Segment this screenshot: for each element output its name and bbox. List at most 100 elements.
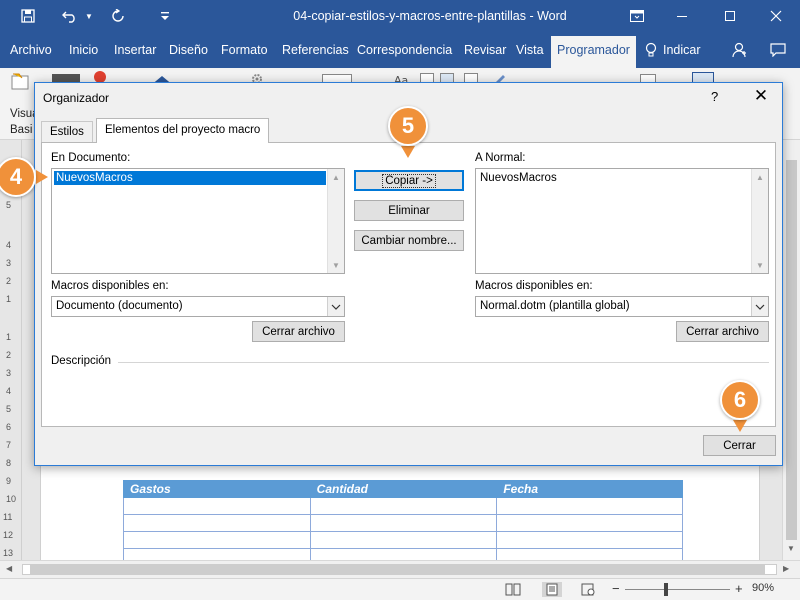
tab-vista[interactable]: Vista [516, 32, 544, 68]
copy-button-label: Copiar -> [382, 173, 436, 188]
scroll-up-icon[interactable]: ▲ [752, 169, 768, 185]
horizontal-scroll-thumb[interactable] [30, 565, 765, 574]
vertical-ruler: 5 4 3 2 1 1 2 3 4 5 6 7 8 9 10 11 12 13 [0, 140, 22, 560]
visual-basic-icon[interactable] [10, 72, 32, 90]
scroll-down-icon[interactable]: ▼ [787, 544, 795, 553]
read-mode-icon[interactable] [505, 582, 521, 597]
zoom-slider-thumb[interactable] [664, 583, 668, 596]
customize-qat-icon[interactable] [155, 0, 175, 32]
table-header-row: Gastos Cantidad Fecha [123, 480, 683, 498]
scroll-left-icon[interactable]: ◀ [6, 564, 12, 573]
list-item[interactable]: NuevosMacros [478, 171, 557, 185]
zoom-out-button[interactable]: − [612, 581, 620, 596]
in-document-label: En Documento: [51, 152, 131, 164]
listbox-scrollbar[interactable]: ▲ ▼ [751, 169, 768, 273]
tab-inicio[interactable]: Inicio [69, 32, 98, 68]
status-bar: − + 90% [0, 578, 800, 600]
description-separator [118, 362, 769, 363]
zoom-slider-track[interactable] [625, 589, 730, 590]
macros-available-select-right[interactable]: Normal.dotm (plantilla global) [475, 296, 769, 317]
ruler-number: 4 [6, 386, 12, 396]
vertical-scroll-thumb[interactable] [786, 160, 797, 540]
tab-correspondencia[interactable]: Correspondencia [357, 32, 452, 68]
ruler-number: 5 [6, 404, 12, 414]
ruler-number: 13 [3, 548, 14, 558]
scroll-right-icon[interactable]: ▶ [783, 564, 789, 573]
close-icon[interactable] [764, 0, 788, 32]
print-layout-icon[interactable] [542, 582, 562, 597]
tab-archivo[interactable]: Archivo [10, 32, 52, 68]
zoom-in-button[interactable]: + [735, 581, 743, 596]
table-row [123, 497, 683, 515]
close-file-button-right[interactable]: Cerrar archivo [676, 321, 769, 342]
dialog-close-icon[interactable]: ✕ [750, 85, 772, 107]
undo-icon[interactable] [58, 0, 82, 32]
table-cell[interactable] [309, 497, 498, 515]
comments-icon[interactable] [768, 32, 788, 68]
save-icon[interactable] [14, 0, 42, 32]
listbox-scrollbar[interactable]: ▲ ▼ [327, 169, 344, 273]
tab-elementos-proyecto-macro[interactable]: Elementos del proyecto macro [96, 118, 270, 143]
macros-available-label-left: Macros disponibles en: [51, 280, 169, 292]
ruler-number: 3 [6, 258, 12, 268]
table-header-gastos: Gastos [123, 480, 311, 498]
tab-estilos[interactable]: Estilos [41, 121, 93, 142]
tab-diseno[interactable]: Diseño [169, 32, 208, 68]
dialog-title: Organizador [43, 91, 110, 105]
close-file-button-left[interactable]: Cerrar archivo [252, 321, 345, 342]
in-document-listbox[interactable]: NuevosMacros ▲ ▼ [51, 168, 345, 274]
dialog-tab-panel: En Documento: NuevosMacros ▲ ▼ Macros di… [41, 142, 776, 427]
tab-programador[interactable]: Programador [551, 36, 636, 68]
help-button[interactable]: ? [711, 89, 718, 104]
table-cell[interactable] [123, 531, 311, 549]
ruler-number: 6 [6, 422, 12, 432]
table-cell[interactable] [496, 531, 683, 549]
ribbon-fragment-basic: Basi [10, 124, 33, 136]
ruler-number: 5 [6, 200, 12, 210]
horizontal-scrollbar[interactable]: ◀ ▶ [0, 560, 800, 578]
delete-button[interactable]: Eliminar [354, 200, 464, 221]
ruler-number: 1 [6, 332, 12, 342]
ruler-number: 11 [3, 512, 13, 522]
close-dialog-button[interactable]: Cerrar [703, 435, 776, 456]
copy-button[interactable]: Copiar -> [354, 170, 464, 191]
vertical-scrollbar[interactable]: ▼ [782, 140, 800, 560]
to-normal-listbox[interactable]: NuevosMacros ▲ ▼ [475, 168, 769, 274]
web-layout-icon[interactable] [580, 582, 596, 597]
tab-revisar[interactable]: Revisar [464, 32, 506, 68]
macros-available-label-right: Macros disponibles en: [475, 280, 593, 292]
tab-referencias[interactable]: Referencias [282, 32, 349, 68]
table-cell[interactable] [123, 497, 311, 515]
expense-table: Gastos Cantidad Fecha [123, 480, 683, 566]
scroll-down-icon[interactable]: ▼ [328, 257, 344, 273]
list-item[interactable]: NuevosMacros [54, 171, 326, 185]
share-user-icon[interactable] [730, 32, 750, 68]
table-cell[interactable] [123, 514, 311, 532]
rename-button[interactable]: Cambiar nombre... [354, 230, 464, 251]
select-value: Normal.dotm (plantilla global) [480, 300, 630, 312]
chevron-down-icon[interactable] [751, 297, 768, 316]
chevron-down-icon[interactable] [327, 297, 344, 316]
table-cell[interactable] [496, 514, 683, 532]
lightbulb-icon[interactable] [643, 32, 659, 68]
zoom-level[interactable]: 90% [752, 582, 774, 594]
scroll-up-icon[interactable]: ▲ [328, 169, 344, 185]
title-bar: ▼ 04-copiar-estilos-y-macros-entre-plant… [0, 0, 800, 32]
step-marker-5: 5 [388, 106, 428, 146]
ruler-number: 12 [3, 530, 14, 540]
maximize-icon[interactable] [718, 0, 742, 32]
tell-me-input[interactable]: Indicar [663, 32, 701, 68]
redo-icon[interactable] [106, 0, 130, 32]
tab-formato[interactable]: Formato [221, 32, 268, 68]
macros-available-select-left[interactable]: Documento (documento) [51, 296, 345, 317]
tab-insertar[interactable]: Insertar [114, 32, 156, 68]
minimize-icon[interactable] [670, 0, 694, 32]
table-cell[interactable] [309, 531, 498, 549]
scroll-down-icon[interactable]: ▼ [752, 257, 768, 273]
undo-dropdown-icon[interactable]: ▼ [83, 0, 95, 32]
table-cell[interactable] [496, 497, 683, 515]
ribbon-display-icon[interactable] [625, 0, 649, 32]
step-pointer-6 [733, 420, 747, 432]
table-cell[interactable] [309, 514, 498, 532]
table-row [123, 531, 683, 549]
